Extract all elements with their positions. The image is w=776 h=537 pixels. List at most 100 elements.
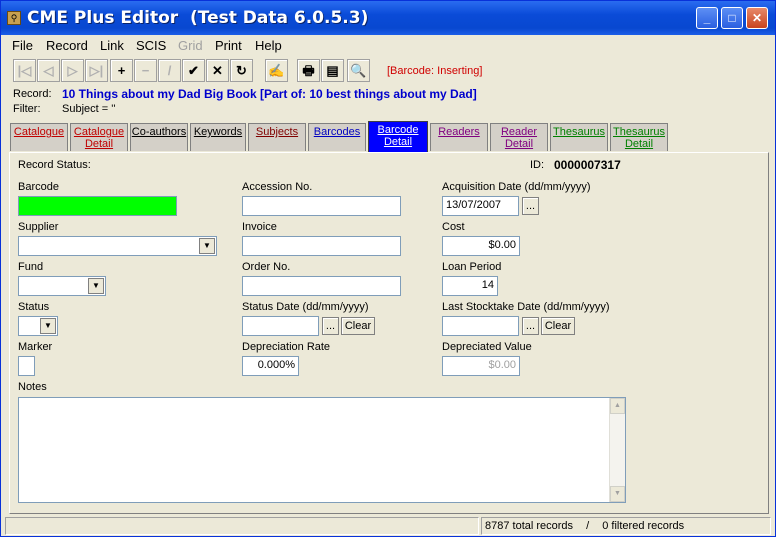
menu-help[interactable]: Help <box>255 38 282 53</box>
acquisition-date-label: Acquisition Date (dd/mm/yyyy) <box>442 181 591 193</box>
tab-label: Subjects <box>255 126 299 138</box>
first-record-button[interactable]: |◁ <box>13 59 36 82</box>
previous-record-icon: ◁ <box>43 63 54 78</box>
last-record-button[interactable]: ▷| <box>85 59 108 82</box>
last-stocktake-date-clear-button[interactable]: Clear <box>541 317 575 335</box>
tab-subjects[interactable]: Subjects <box>248 123 306 151</box>
barcode-input[interactable] <box>18 196 177 216</box>
tab-readers[interactable]: Readers <box>430 123 488 151</box>
menu-link[interactable]: Link <box>100 38 124 53</box>
cost-input[interactable]: $0.00 <box>442 236 520 256</box>
depreciated-value-label: Depreciated Value <box>442 341 532 353</box>
last-stocktake-date-input[interactable] <box>442 316 519 336</box>
close-icon: ✕ <box>751 11 763 25</box>
minimize-button[interactable]: _ <box>696 7 718 29</box>
tab-catalogue-detail[interactable]: Catalogue Detail <box>70 123 128 151</box>
last-record-icon: ▷| <box>89 63 104 78</box>
notes-textarea[interactable]: ▲ ▼ <box>18 397 626 503</box>
tab-label: Keywords <box>193 126 243 138</box>
tab-label: Barcode <box>377 124 419 136</box>
tab-thesaurus-detail[interactable]: Thesaurus Detail <box>610 123 668 151</box>
invoice-input[interactable] <box>242 236 401 256</box>
tab-label-line2: Detail <box>624 138 654 150</box>
status-label: Status <box>18 301 50 313</box>
first-record-icon: |◁ <box>17 63 32 78</box>
tab-label: Barcodes <box>313 126 361 138</box>
wizard-button[interactable]: ✍ <box>265 59 288 82</box>
tab-catalogue[interactable]: Catalogue <box>10 123 68 151</box>
status-date-input[interactable] <box>242 316 319 336</box>
marker-input[interactable] <box>18 356 35 376</box>
accession-no-input[interactable] <box>242 196 401 216</box>
tab-barcodes[interactable]: Barcodes <box>308 123 366 151</box>
menu-print[interactable]: Print <box>215 38 242 53</box>
last-stocktake-date-label: Last Stocktake Date (dd/mm/yyyy) <box>442 301 610 313</box>
next-record-button[interactable]: ▷ <box>61 59 84 82</box>
depreciation-rate-input[interactable]: 0.000% <box>242 356 299 376</box>
status-select[interactable]: ▼ <box>18 316 58 336</box>
menu-bar: File Record Link SCIS Grid Print Help <box>1 35 775 55</box>
delete-record-button[interactable]: − <box>134 59 157 82</box>
menu-scis[interactable]: SCIS <box>136 38 166 53</box>
id-value: 0000007317 <box>554 158 621 172</box>
print-preview-icon: ▤ <box>326 63 339 78</box>
minimize-icon: _ <box>703 11 711 25</box>
notes-scrollbar[interactable]: ▲ ▼ <box>609 398 625 502</box>
filter-value: Subject = '' <box>62 103 116 115</box>
marker-label: Marker <box>18 341 53 353</box>
close-button[interactable]: ✕ <box>746 7 768 29</box>
title-bar[interactable]: ⚲ CME Plus Editor (Test Data 6.0.5.3) _ … <box>1 1 775 35</box>
maximize-button[interactable]: □ <box>721 7 743 29</box>
tab-barcode-detail[interactable]: Barcode Detail <box>368 121 428 153</box>
edit-record-button[interactable]: / <box>158 59 181 82</box>
chevron-down-icon[interactable]: ▼ <box>40 318 56 334</box>
print-button[interactable]: 🖶 <box>297 59 320 82</box>
add-record-button[interactable]: + <box>110 59 133 82</box>
depreciation-rate-label: Depreciation Rate <box>242 341 331 353</box>
tab-thesaurus[interactable]: Thesaurus <box>550 123 608 151</box>
chevron-down-icon[interactable]: ▼ <box>199 238 215 254</box>
tab-label: Thesaurus <box>613 126 665 138</box>
scroll-down-icon[interactable]: ▼ <box>610 486 625 502</box>
status-bar-records: 8787 total records / 0 filtered records <box>481 517 771 535</box>
last-stocktake-date-picker-button[interactable]: ... <box>522 317 539 335</box>
accession-no-label: Accession No. <box>242 181 313 193</box>
menu-file[interactable]: File <box>12 38 33 53</box>
print-preview-button[interactable]: ▤ <box>321 59 344 82</box>
refresh-icon: ↻ <box>236 63 247 78</box>
status-date-picker-button[interactable]: ... <box>322 317 339 335</box>
app-icon: ⚲ <box>7 11 21 25</box>
tab-label: Catalogue <box>13 126 65 138</box>
scroll-up-icon[interactable]: ▲ <box>610 398 625 414</box>
order-no-input[interactable] <box>242 276 401 296</box>
maximize-icon: □ <box>728 11 736 25</box>
post-record-button[interactable]: ✔ <box>182 59 205 82</box>
find-button[interactable]: 🔍 <box>347 59 370 82</box>
acquisition-date-input[interactable]: 13/07/2007 <box>442 196 519 216</box>
edit-mode-status: [Barcode: Inserting] <box>387 65 483 77</box>
tab-keywords[interactable]: Keywords <box>190 123 246 151</box>
refresh-button[interactable]: ↻ <box>230 59 253 82</box>
record-status-label: Record Status: <box>18 159 91 171</box>
cost-label: Cost <box>442 221 465 233</box>
cancel-edit-button[interactable]: ✕ <box>206 59 229 82</box>
tab-label: Reader <box>500 126 538 138</box>
fund-select[interactable]: ▼ <box>18 276 106 296</box>
acquisition-date-picker-button[interactable]: ... <box>522 197 539 215</box>
menu-record[interactable]: Record <box>46 38 88 53</box>
next-record-icon: ▷ <box>67 63 78 78</box>
tab-label: Readers <box>438 126 480 138</box>
chevron-down-icon[interactable]: ▼ <box>88 278 104 294</box>
loan-period-label: Loan Period <box>442 261 502 273</box>
previous-record-button[interactable]: ◁ <box>37 59 60 82</box>
cancel-icon: ✕ <box>212 63 223 78</box>
supplier-select[interactable]: ▼ <box>18 236 217 256</box>
window-title: CME Plus Editor (Test Data 6.0.5.3) <box>27 8 369 28</box>
menu-grid[interactable]: Grid <box>178 38 203 53</box>
tab-co-authors[interactable]: Co-authors <box>130 123 188 151</box>
loan-period-input[interactable]: 14 <box>442 276 498 296</box>
filter-label: Filter: <box>13 103 41 115</box>
supplier-label: Supplier <box>18 221 59 233</box>
status-date-clear-button[interactable]: Clear <box>341 317 375 335</box>
tab-reader-detail[interactable]: Reader Detail <box>490 123 548 151</box>
